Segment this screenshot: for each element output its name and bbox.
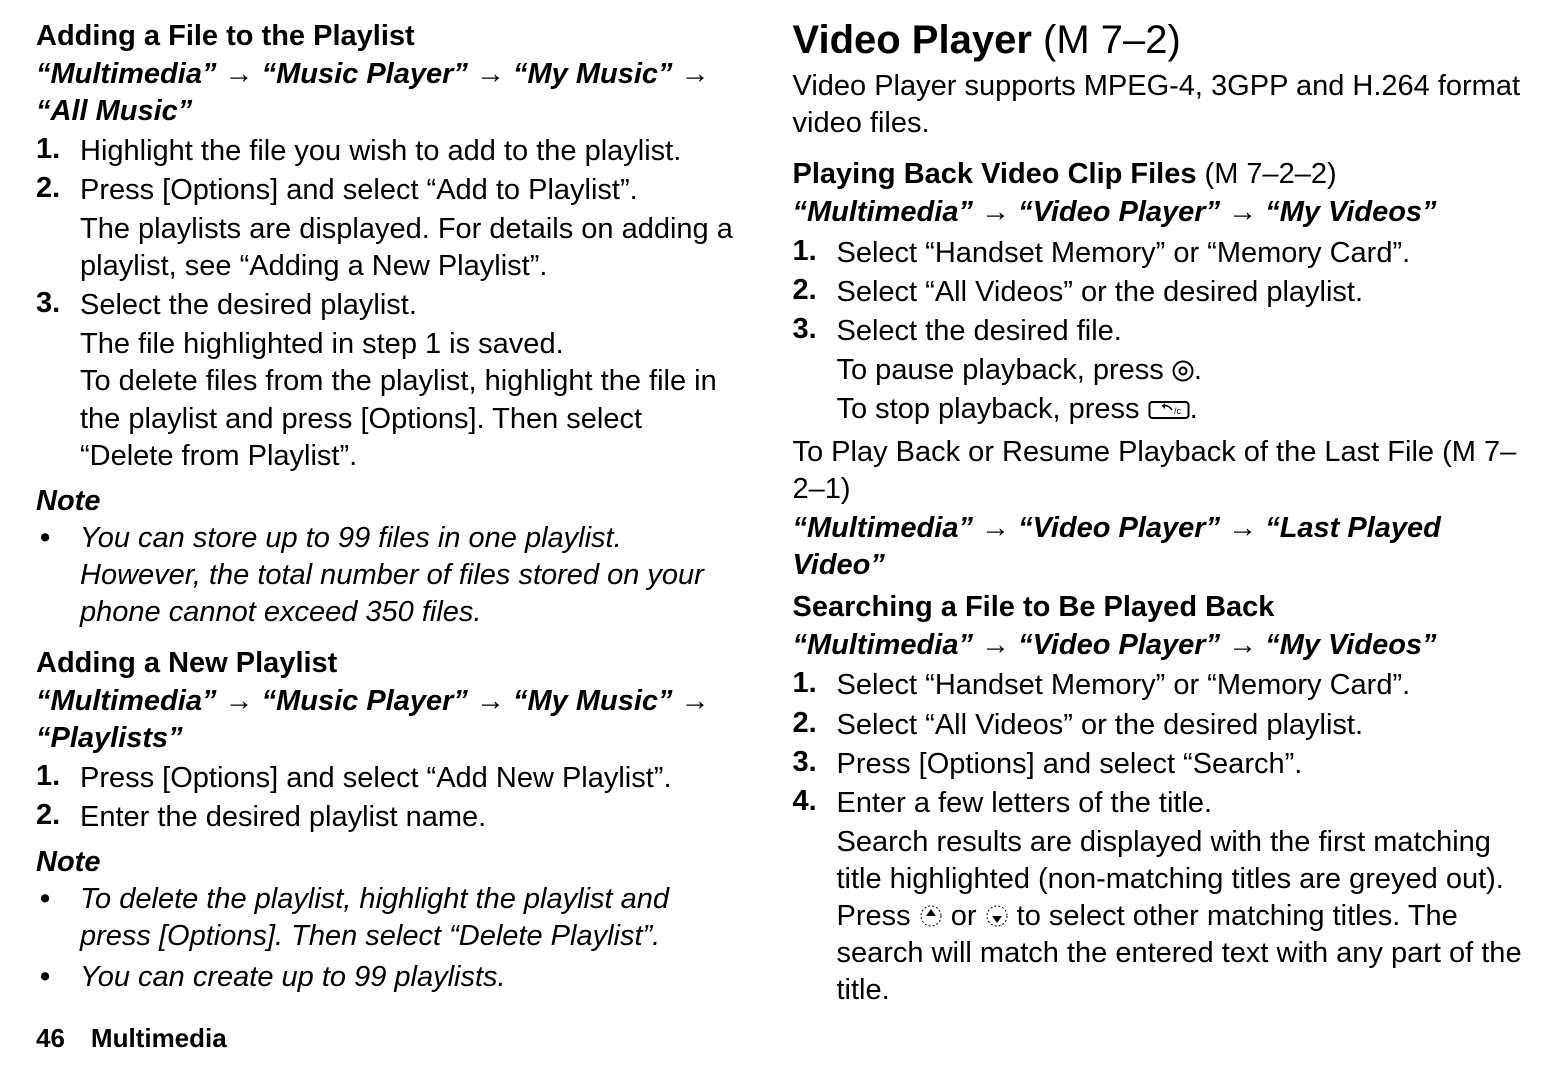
step-subtext: The playlists are displayed. For details… [80, 211, 743, 285]
step-number: 3. [793, 746, 817, 779]
stop-text-after: . [1190, 393, 1198, 425]
step-number: 1. [793, 235, 817, 268]
step: 4. Enter a few letters of the title. Sea… [793, 785, 1530, 1010]
step: 3. Select the desired playlist. The file… [36, 287, 743, 475]
step-text: Highlight the file you wish to add to th… [80, 135, 681, 167]
down-key-icon [985, 904, 1009, 928]
pause-text-after: . [1194, 354, 1202, 386]
step-subtext: Search results are displayed with the fi… [837, 824, 1530, 1010]
step-text: Press [Options] and select “Search”. [837, 748, 1303, 780]
path-add-file: “Multimedia” → “Music Player” → “My Musi… [36, 56, 743, 129]
notes-add-file: • You can store up to 99 files in one pl… [36, 520, 743, 631]
path-last-played-video: “Multimedia” → “Video Player” → “Last Pl… [793, 510, 1530, 583]
step-text: Press [Options] and select “Add New Play… [80, 762, 672, 794]
note-label: Note [36, 485, 743, 518]
step: 1. Press [Options] and select “Add New P… [36, 760, 743, 797]
step-number: 2. [793, 274, 817, 307]
path-playing-back: “Multimedia” → “Video Player” → “My Vide… [793, 194, 1530, 230]
step-text: Enter the desired playlist name. [80, 801, 486, 833]
step-number: 3. [793, 313, 817, 346]
step-text: Select “Handset Memory” or “Memory Card”… [837, 669, 1411, 701]
heading-add-file: Adding a File to the Playlist [36, 18, 743, 54]
back-key-icon: /c [1148, 399, 1190, 421]
note-text: You can create up to 99 playlists. [80, 961, 506, 993]
heading-code: (M 7–2–2) [1205, 158, 1337, 190]
step: 2. Enter the desired playlist name. [36, 799, 743, 836]
note-label: Note [36, 846, 743, 879]
step-number: 3. [36, 287, 60, 320]
heading-text: Playing Back Video Clip Files [793, 158, 1205, 190]
step-subtext-stop: To stop playback, press /c . [837, 391, 1530, 428]
step-subtext-pause: To pause playback, press . [837, 352, 1530, 389]
up-key-icon [919, 904, 943, 928]
pause-text-before: To pause playback, press [837, 354, 1172, 386]
right-column: Video Player (M 7–2) Video Player suppor… [783, 18, 1530, 1060]
bullet-icon: • [40, 520, 50, 557]
page-footer: 46 Multimedia [36, 1023, 227, 1054]
path-add-new-playlist: “Multimedia” → “Music Player” → “My Musi… [36, 683, 743, 756]
step: 2. Press [Options] and select “Add to Pl… [36, 172, 743, 285]
bullet-icon: • [40, 959, 50, 996]
step: 1. Select “Handset Memory” or “Memory Ca… [793, 667, 1530, 704]
bullet-icon: • [40, 881, 50, 918]
heading-add-new-playlist: Adding a New Playlist [36, 645, 743, 681]
note-text: To delete the playlist, highlight the pl… [80, 883, 669, 952]
note-text: You can store up to 99 files in one play… [80, 522, 704, 628]
steps-add-file: 1. Highlight the file you wish to add to… [36, 133, 743, 475]
step: 3. Select the desired file. To pause pla… [793, 313, 1530, 428]
step-number: 1. [36, 133, 60, 166]
heading-text: Video Player [793, 18, 1044, 62]
step-number: 1. [793, 667, 817, 700]
step: 2. Select “All Videos” or the desired pl… [793, 274, 1530, 311]
heading-code: (M 7–2) [1043, 18, 1181, 62]
step-text: Press [Options] and select “Add to Playl… [80, 174, 638, 206]
step-text: Select “Handset Memory” or “Memory Card”… [837, 237, 1411, 269]
step: 1. Select “Handset Memory” or “Memory Ca… [793, 235, 1530, 272]
notes-add-new-playlist: • To delete the playlist, highlight the … [36, 881, 743, 996]
note-item: • You can store up to 99 files in one pl… [36, 520, 743, 631]
intro-video-player: Video Player supports MPEG-4, 3GPP and H… [793, 68, 1530, 142]
step-text: Select the desired playlist. [80, 289, 417, 321]
left-column: Adding a File to the Playlist “Multimedi… [36, 18, 783, 1060]
step-number: 2. [36, 172, 60, 205]
document-page: Adding a File to the Playlist “Multimedi… [0, 0, 1565, 1070]
resume-playback-line: To Play Back or Resume Playback of the L… [793, 434, 1530, 508]
step-number: 2. [793, 707, 817, 740]
path-search-file: “Multimedia” → “Video Player” → “My Vide… [793, 627, 1530, 663]
svg-text:/c: /c [1174, 406, 1182, 416]
step: 3. Press [Options] and select “Search”. [793, 746, 1530, 783]
resume-text: To Play Back or Resume Playback of the L… [793, 436, 1443, 468]
heading-playing-back: Playing Back Video Clip Files (M 7–2–2) [793, 156, 1530, 192]
search-sub-between: or [951, 900, 985, 932]
step-number: 2. [36, 799, 60, 832]
step-text: Select the desired file. [837, 315, 1122, 347]
note-item: • To delete the playlist, highlight the … [36, 881, 743, 955]
steps-search-file: 1. Select “Handset Memory” or “Memory Ca… [793, 667, 1530, 1009]
stop-text-before: To stop playback, press [837, 393, 1148, 425]
step-number: 4. [793, 785, 817, 818]
steps-add-new-playlist: 1. Press [Options] and select “Add New P… [36, 760, 743, 836]
heading-search-file: Searching a File to Be Played Back [793, 589, 1530, 625]
step-text: Select “All Videos” or the desired playl… [837, 276, 1364, 308]
note-item: • You can create up to 99 playlists. [36, 959, 743, 996]
step-number: 1. [36, 760, 60, 793]
step-text: Select “All Videos” or the desired playl… [837, 709, 1364, 741]
steps-playing-back: 1. Select “Handset Memory” or “Memory Ca… [793, 235, 1530, 429]
center-key-icon [1172, 360, 1194, 382]
step-subtext: The file highlighted in step 1 is saved.… [80, 326, 743, 474]
step-text: Enter a few letters of the title. [837, 787, 1213, 819]
heading-video-player: Video Player (M 7–2) [793, 18, 1530, 62]
step: 2. Select “All Videos” or the desired pl… [793, 707, 1530, 744]
step: 1. Highlight the file you wish to add to… [36, 133, 743, 170]
